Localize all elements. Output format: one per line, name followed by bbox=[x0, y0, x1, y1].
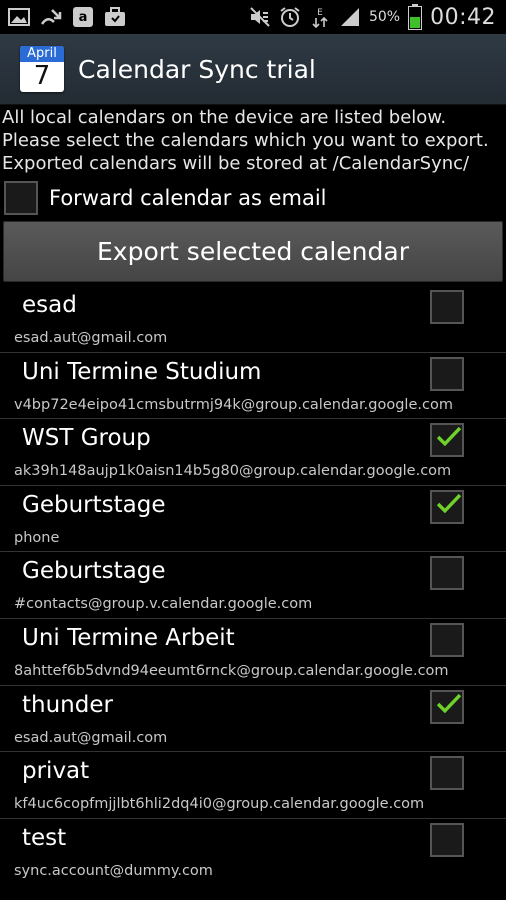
battery-percent: 50% bbox=[368, 9, 401, 25]
calendar-checkbox[interactable] bbox=[430, 822, 464, 857]
svg-text:a: a bbox=[79, 10, 88, 25]
forward-email-option[interactable]: Forward calendar as email bbox=[4, 178, 504, 218]
calendar-name: privat bbox=[22, 758, 90, 785]
calendar-item[interactable]: Uni Termine Studium v4bp72e4eipo41cmsbut… bbox=[0, 353, 506, 420]
calendar-name: WST Group bbox=[22, 425, 151, 452]
app-icon-day: 7 bbox=[33, 61, 51, 91]
calendar-account: esad.aut@gmail.com bbox=[14, 330, 168, 346]
calendar-item[interactable]: esad esad.aut@gmail.com bbox=[0, 286, 506, 353]
app-title: Calendar Sync trial bbox=[78, 54, 316, 84]
calendar-name: Uni Termine Studium bbox=[22, 358, 262, 385]
calendar-account: esad.aut@gmail.com bbox=[14, 729, 168, 746]
calendar-account: kf4uc6copfmjjlbt6hli2dq4i0@group.calenda… bbox=[14, 796, 425, 813]
missed-call-icon bbox=[40, 9, 62, 25]
alarm-icon bbox=[280, 7, 300, 27]
calendar-item[interactable]: privat kf4uc6copfmjjlbt6hli2dq4i0@group.… bbox=[0, 752, 506, 819]
svg-text:E: E bbox=[317, 8, 323, 18]
mute-icon bbox=[250, 7, 270, 27]
calendar-name: Uni Termine Arbeit bbox=[22, 624, 235, 651]
checkmark-icon bbox=[436, 493, 462, 514]
calendar-app-icon[interactable]: April 7 bbox=[20, 46, 64, 92]
calendar-name: esad bbox=[22, 292, 77, 318]
calendar-checkbox[interactable] bbox=[430, 689, 464, 724]
export-button[interactable]: Export selected calendar bbox=[3, 221, 503, 282]
calendar-item[interactable]: WST Group ak39h148aujp1k0aisn14b5g80@gro… bbox=[0, 419, 506, 486]
calendar-account: phone bbox=[14, 529, 60, 546]
checkmark-icon bbox=[436, 427, 462, 447]
calendar-checkbox[interactable] bbox=[430, 290, 464, 324]
calendar-item[interactable]: test sync.account@dummy.com bbox=[0, 819, 506, 886]
checkmark-icon bbox=[436, 693, 462, 713]
calendar-checkbox[interactable] bbox=[430, 356, 464, 391]
briefcase-icon bbox=[105, 7, 125, 26]
calendar-account: #contacts@group.v.calendar.google.com bbox=[14, 596, 313, 613]
signal-icon bbox=[340, 8, 359, 26]
gallery-icon bbox=[8, 8, 30, 26]
calendar-account: 8ahttef6b5dvnd94eeumt6rnck@group.calenda… bbox=[14, 662, 449, 679]
calendar-name: thunder bbox=[22, 691, 113, 718]
status-bar: a E 50% 00:42 bbox=[0, 0, 506, 34]
calendar-account: ak39h148aujp1k0aisn14b5g80@group.calenda… bbox=[14, 463, 452, 480]
clock: 00:42 bbox=[430, 4, 496, 30]
calendar-account: v4bp72e4eipo41cmsbutrmj94k@group.calenda… bbox=[14, 396, 453, 413]
data-arrows-icon: E bbox=[312, 8, 328, 28]
amazon-icon: a bbox=[73, 7, 93, 27]
calendar-name: test bbox=[22, 824, 67, 851]
calendar-account: sync.account@dummy.com bbox=[14, 862, 213, 879]
calendar-checkbox[interactable] bbox=[430, 423, 464, 458]
battery-icon bbox=[408, 4, 423, 30]
calendar-name: Geburtstage bbox=[22, 558, 166, 585]
forward-email-label: Forward calendar as email bbox=[49, 186, 327, 210]
calendar-name: Geburtstage bbox=[22, 491, 166, 518]
action-bar: April 7 Calendar Sync trial bbox=[0, 34, 506, 105]
calendar-checkbox[interactable] bbox=[430, 622, 464, 657]
calendar-item[interactable]: Geburtstage phone bbox=[0, 486, 506, 553]
calendar-checkbox[interactable] bbox=[430, 556, 464, 591]
calendar-checkbox[interactable] bbox=[430, 489, 464, 524]
calendar-list: esad esad.aut@gmail.com Uni Termine Stud… bbox=[0, 286, 506, 885]
intro-text: All local calendars on the device are li… bbox=[2, 107, 489, 174]
forward-email-checkbox[interactable] bbox=[4, 181, 38, 215]
calendar-item[interactable]: thunder esad.aut@gmail.com bbox=[0, 686, 506, 753]
app-icon-month: April bbox=[20, 46, 64, 62]
calendar-item[interactable]: Uni Termine Arbeit 8ahttef6b5dvnd94eeumt… bbox=[0, 619, 506, 686]
calendar-checkbox[interactable] bbox=[430, 756, 464, 791]
calendar-item[interactable]: Geburtstage #contacts@group.v.calendar.g… bbox=[0, 552, 506, 619]
